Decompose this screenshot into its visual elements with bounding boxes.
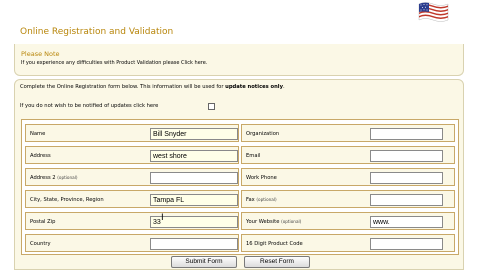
field-input[interactable]: Bill Snyder	[150, 128, 238, 140]
field-cell: Work Phone	[241, 168, 455, 186]
field-label: Address	[30, 153, 51, 159]
field-input[interactable]: Tampa FL	[150, 194, 238, 206]
form-row: Name Bill Snyder Organization	[25, 124, 455, 144]
field-cell: 16 Digit Product Code	[241, 234, 455, 252]
note-panel: Please Note If you experience any diffic…	[14, 44, 464, 76]
field-cell: Postal Zip 33	[25, 212, 239, 230]
note-text[interactable]: If you experience any difficulties with …	[21, 60, 207, 66]
page-title: Online Registration and Validation	[20, 27, 174, 37]
field-cell: Email	[241, 146, 455, 164]
field-label: Email	[246, 153, 261, 159]
field-input[interactable]	[370, 238, 443, 250]
field-label: Name	[30, 131, 46, 137]
field-input[interactable]	[370, 150, 443, 162]
form-intro: Complete the Online Registration form be…	[20, 84, 285, 90]
field-cell: Country	[25, 234, 239, 252]
field-input[interactable]: www.	[370, 216, 443, 228]
us-flag-icon	[418, 2, 449, 22]
field-cell: Your Website (optional) www.	[241, 212, 455, 230]
field-label: City, State, Province, Region	[30, 197, 104, 203]
field-label: Country	[30, 241, 51, 247]
reset-button[interactable]: Reset Form	[244, 256, 310, 268]
page-header: Online Registration and Validation	[0, 0, 464, 44]
submit-button[interactable]: Submit Form	[171, 256, 237, 268]
field-label: Address 2 (optional)	[30, 175, 78, 181]
form-row: Address 2 (optional) Work Phone	[25, 168, 455, 188]
field-input[interactable]	[150, 238, 238, 250]
form-row: City, State, Province, Region Tampa FL Fax…	[25, 190, 455, 210]
field-input[interactable]	[370, 194, 443, 206]
field-input[interactable]	[370, 128, 443, 140]
field-label: Work Phone	[246, 175, 277, 181]
field-input[interactable]	[370, 172, 443, 184]
field-label: Fax (optional)	[246, 197, 277, 203]
note-title: Please Note	[21, 50, 60, 58]
form-fields-grid: Name Bill Snyder Organization Address west s…	[21, 119, 459, 255]
form-row: Address west shore Email	[25, 146, 455, 166]
field-label: Your Website (optional)	[246, 219, 302, 225]
field-cell: Fax (optional)	[241, 190, 455, 208]
field-input[interactable]	[150, 172, 238, 184]
optout-checkbox[interactable]	[208, 103, 215, 110]
form-row: Country 16 Digit Product Code	[25, 234, 455, 254]
field-cell: City, State, Province, Region Tampa FL	[25, 190, 239, 208]
field-cell: Address west shore	[25, 146, 239, 164]
field-cell: Name Bill Snyder	[25, 124, 239, 142]
field-label: Organization	[246, 131, 280, 137]
form-row: Postal Zip 33 Your Website (optional) www.	[25, 212, 455, 232]
field-label: 16 Digit Product Code	[246, 241, 303, 247]
registration-form: Complete the Online Registration form be…	[14, 79, 464, 270]
field-label: Postal Zip	[30, 219, 56, 225]
field-input[interactable]: west shore	[150, 150, 238, 162]
field-cell: Organization	[241, 124, 455, 142]
field-cell: Address 2 (optional)	[25, 168, 239, 186]
text-cursor-icon: I	[161, 213, 164, 223]
optout-label: If you do not wish to be notified of upd…	[20, 103, 159, 109]
